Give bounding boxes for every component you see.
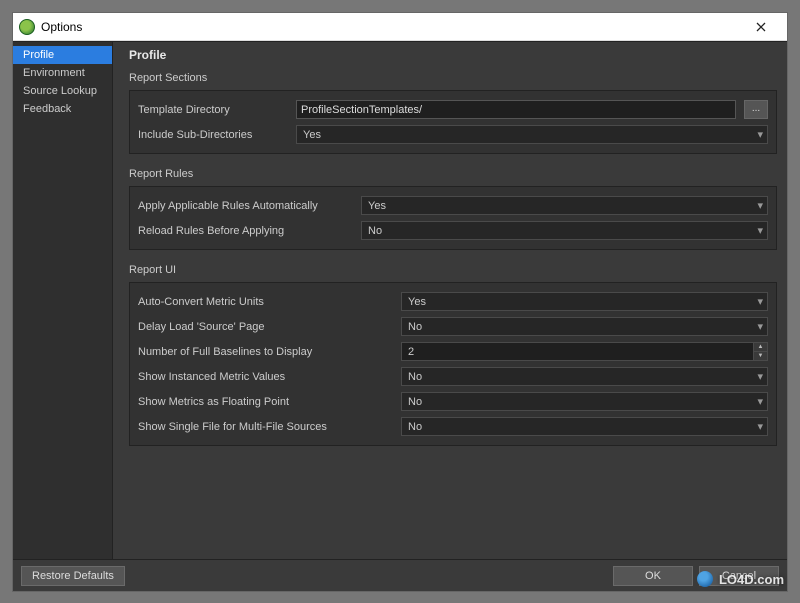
row-template-directory: Template Directory ... — [138, 97, 768, 122]
row-instanced: Show Instanced Metric Values No ▾ — [138, 364, 768, 389]
delay-load-select[interactable]: No ▾ — [401, 317, 768, 336]
select-value: Yes — [303, 129, 321, 141]
row-baselines: Number of Full Baselines to Display 2 ▲ … — [138, 339, 768, 364]
row-delay-load: Delay Load 'Source' Page No ▾ — [138, 314, 768, 339]
sidebar-item-profile[interactable]: Profile — [13, 46, 112, 64]
label-reload: Reload Rules Before Applying — [138, 225, 353, 237]
window-title: Options — [41, 20, 741, 34]
restore-defaults-button[interactable]: Restore Defaults — [21, 566, 125, 586]
spinner-buttons: ▲ ▼ — [753, 343, 767, 360]
section-body: Template Directory ... Include Sub-Direc… — [129, 90, 777, 154]
reload-select[interactable]: No ▾ — [361, 221, 768, 240]
sidebar: Profile Environment Source Lookup Feedba… — [13, 42, 113, 559]
apply-auto-select[interactable]: Yes ▾ — [361, 196, 768, 215]
select-value: Yes — [368, 200, 386, 212]
section-title: Report UI — [129, 264, 777, 276]
select-value: No — [408, 421, 422, 433]
label-include-sub: Include Sub-Directories — [138, 129, 288, 141]
chevron-down-icon: ▾ — [757, 420, 763, 433]
page-title: Profile — [129, 48, 777, 62]
sidebar-item-label: Environment — [23, 67, 85, 79]
label-floating: Show Metrics as Floating Point — [138, 396, 393, 408]
sidebar-item-environment[interactable]: Environment — [13, 64, 112, 82]
select-value: No — [408, 321, 422, 333]
row-reload: Reload Rules Before Applying No ▾ — [138, 218, 768, 243]
chevron-down-icon: ▾ — [757, 199, 763, 212]
label-delay-load: Delay Load 'Source' Page — [138, 321, 393, 333]
sidebar-item-label: Feedback — [23, 103, 71, 115]
select-value: No — [408, 396, 422, 408]
cancel-button[interactable]: Cancel — [699, 566, 779, 586]
section-report-rules: Report Rules Apply Applicable Rules Auto… — [129, 168, 777, 250]
baselines-spinner[interactable]: 2 ▲ ▼ — [401, 342, 768, 361]
options-window: Options Profile Environment Source Looku… — [12, 12, 788, 592]
row-include-sub: Include Sub-Directories Yes ▾ — [138, 122, 768, 147]
chevron-down-icon: ▾ — [757, 295, 763, 308]
chevron-down-icon: ▾ — [757, 370, 763, 383]
label-auto-convert: Auto-Convert Metric Units — [138, 296, 393, 308]
footer: Restore Defaults OK Cancel — [13, 559, 787, 591]
sidebar-item-feedback[interactable]: Feedback — [13, 100, 112, 118]
floating-select[interactable]: No ▾ — [401, 392, 768, 411]
browse-button[interactable]: ... — [744, 100, 768, 119]
select-value: No — [368, 225, 382, 237]
label-instanced: Show Instanced Metric Values — [138, 371, 393, 383]
titlebar: Options — [13, 13, 787, 41]
template-directory-input[interactable] — [296, 100, 736, 119]
sidebar-item-label: Source Lookup — [23, 85, 97, 97]
select-value: No — [408, 371, 422, 383]
app-icon — [19, 19, 35, 35]
ok-button[interactable]: OK — [613, 566, 693, 586]
instanced-select[interactable]: No ▾ — [401, 367, 768, 386]
chevron-down-icon: ▾ — [757, 320, 763, 333]
single-file-select[interactable]: No ▾ — [401, 417, 768, 436]
close-icon — [756, 22, 766, 32]
row-auto-convert: Auto-Convert Metric Units Yes ▾ — [138, 289, 768, 314]
row-apply-auto: Apply Applicable Rules Automatically Yes… — [138, 193, 768, 218]
section-report-ui: Report UI Auto-Convert Metric Units Yes … — [129, 264, 777, 446]
sidebar-item-source-lookup[interactable]: Source Lookup — [13, 82, 112, 100]
row-single-file: Show Single File for Multi-File Sources … — [138, 414, 768, 439]
section-title: Report Sections — [129, 72, 777, 84]
auto-convert-select[interactable]: Yes ▾ — [401, 292, 768, 311]
content-area: Profile Environment Source Lookup Feedba… — [13, 41, 787, 559]
label-baselines: Number of Full Baselines to Display — [138, 346, 393, 358]
label-single-file: Show Single File for Multi-File Sources — [138, 421, 393, 433]
section-body: Auto-Convert Metric Units Yes ▾ Delay Lo… — [129, 282, 777, 446]
spinner-down-button[interactable]: ▼ — [754, 352, 767, 360]
section-title: Report Rules — [129, 168, 777, 180]
chevron-down-icon: ▾ — [757, 395, 763, 408]
row-floating: Show Metrics as Floating Point No ▾ — [138, 389, 768, 414]
include-sub-select[interactable]: Yes ▾ — [296, 125, 768, 144]
select-value: Yes — [408, 296, 426, 308]
main-panel: Profile Report Sections Template Directo… — [113, 42, 787, 559]
label-apply-auto: Apply Applicable Rules Automatically — [138, 200, 353, 212]
section-body: Apply Applicable Rules Automatically Yes… — [129, 186, 777, 250]
chevron-down-icon: ▾ — [757, 224, 763, 237]
spinner-up-button[interactable]: ▲ — [754, 343, 767, 352]
chevron-down-icon: ▾ — [757, 128, 763, 141]
sidebar-item-label: Profile — [23, 49, 54, 61]
close-button[interactable] — [741, 14, 781, 40]
label-template-directory: Template Directory — [138, 104, 288, 116]
spinner-value: 2 — [402, 346, 753, 358]
section-report-sections: Report Sections Template Directory ... I… — [129, 72, 777, 154]
